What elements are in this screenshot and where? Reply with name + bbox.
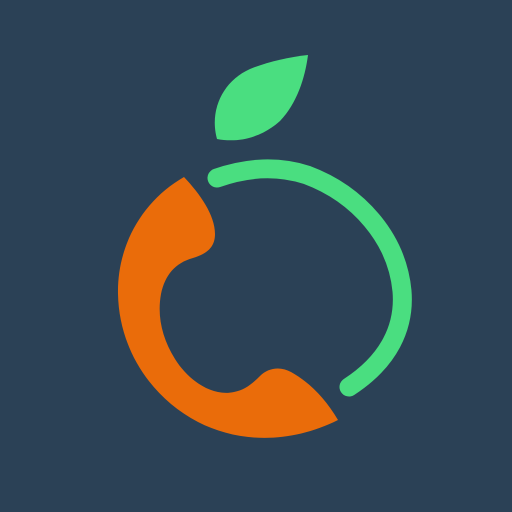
app-icon	[0, 0, 512, 512]
orange-phone-logo-icon	[0, 0, 512, 512]
